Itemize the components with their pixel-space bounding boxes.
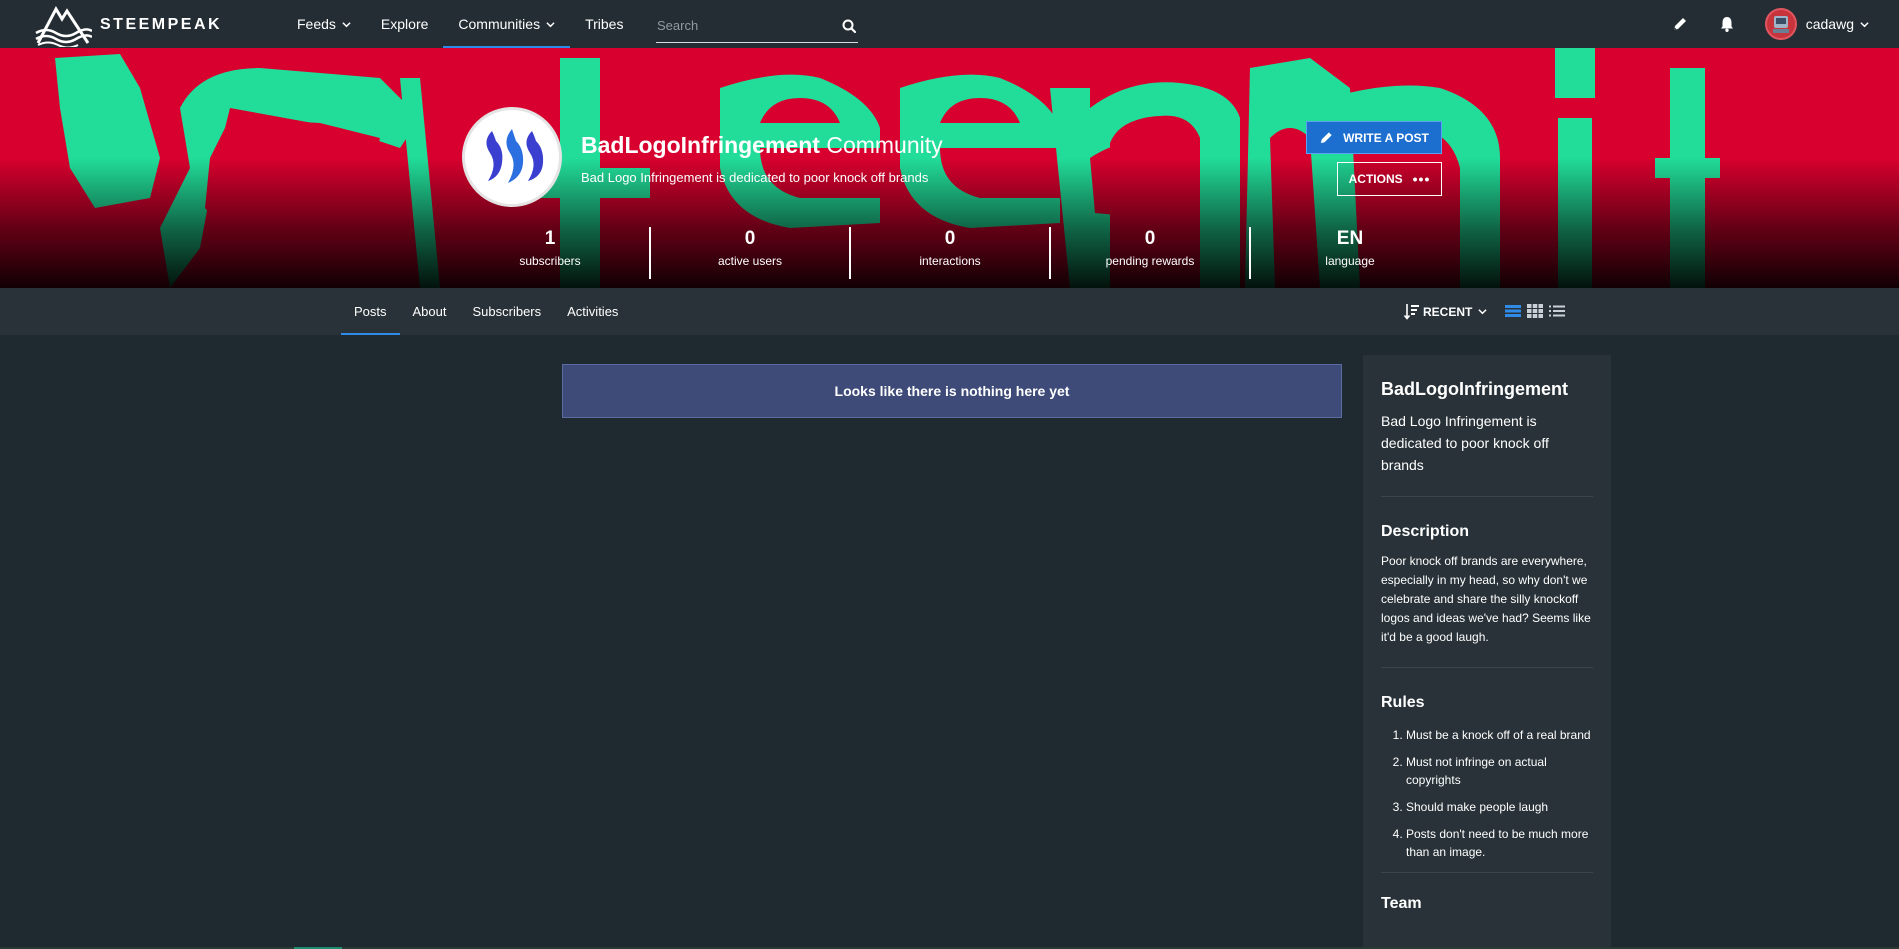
actions-label: ACTIONS [1348,172,1403,186]
rule-item: Posts don't need to be much more than an… [1406,825,1593,861]
stat-active-users: 0 active users [650,226,850,268]
banner-gradient [0,158,1899,288]
tab-subscribers[interactable]: Subscribers [460,288,555,335]
stat-value: 0 [944,228,956,249]
stat-divider [1249,227,1251,279]
community-logo-icon [486,129,544,183]
description-text: Poor knock off brands are everywhere, es… [1381,554,1591,644]
nav-explore-label: Explore [380,16,429,32]
community-title: BadLogoInfringement Community [581,132,943,159]
nav-tribes[interactable]: Tribes [570,0,638,48]
nav-feeds[interactable]: Feeds [282,0,366,48]
stat-value: EN [1336,228,1364,249]
write-post-label: WRITE A POST [1343,130,1429,145]
stat-language: EN language [1250,226,1450,268]
chevron-down-icon [1478,309,1487,315]
sort-dropdown[interactable]: RECENT [1404,288,1487,335]
nav-tribes-label: Tribes [585,16,624,32]
search-icon[interactable] [842,19,856,33]
stat-label: interactions [919,254,981,268]
community-title-suffix: Community [826,132,943,158]
sort-icon [1404,304,1419,320]
pencil-icon [1320,132,1332,144]
team-heading: Team [1381,895,1422,912]
top-navbar: STEEMPEAK Feeds Explore Communities Trib… [0,0,1899,48]
user-tools: cadawg [1671,0,1869,48]
nav-explore[interactable]: Explore [366,0,443,48]
community-avatar [462,107,562,207]
tab-posts[interactable]: Posts [341,288,400,335]
sidebar-about: Bad Logo Infringement is dedicated to po… [1381,413,1549,473]
username[interactable]: cadawg [1806,16,1854,32]
divider [1381,872,1593,873]
compact-view-icon[interactable] [1549,303,1565,319]
stat-label: active users [717,254,783,268]
rule-item: Must be a knock off of a real brand [1406,726,1593,744]
tab-activities-label: Activities [567,304,619,319]
stat-value: 0 [1144,228,1156,249]
community-sidebar: BadLogoInfringement Bad Logo Infringemen… [1363,355,1611,949]
list-view-icon[interactable] [1505,303,1521,319]
steempeak-logo-icon [35,5,92,47]
stat-value: 0 [744,228,756,249]
write-post-button[interactable]: WRITE A POST [1306,121,1442,154]
stat-value: 1 [544,228,556,249]
community-tagline: Bad Logo Infringement is dedicated to po… [581,170,929,185]
sidebar-title: BadLogoInfringement [1381,379,1568,399]
tab-about[interactable]: About [400,288,460,335]
more-dots-icon: ••• [1412,171,1431,187]
empty-feed-notice: Looks like there is nothing here yet [562,364,1342,418]
user-avatar[interactable] [1764,8,1797,40]
sort-label: RECENT [1423,304,1473,319]
nav-feeds-label: Feeds [297,16,336,32]
community-name: BadLogoInfringement [581,132,820,158]
stat-subscribers: 1 subscribers [450,226,650,268]
chevron-down-icon[interactable] [1860,20,1869,29]
tab-posts-label: Posts [354,304,387,319]
rule-item: Must not infringe on actual copyrights [1406,753,1593,789]
stat-divider [1049,227,1051,279]
rules-heading: Rules [1381,694,1425,711]
nav-communities[interactable]: Communities [443,0,570,48]
community-tabbar: Posts About Subscribers Activities RECEN… [0,288,1899,335]
rules-list: Must be a knock off of a real brand Must… [1381,726,1593,861]
tab-about-label: About [412,304,447,319]
pencil-icon[interactable] [1671,15,1689,33]
stat-label: pending rewards [1105,254,1195,268]
search-box [656,9,858,43]
chevron-down-icon [342,21,351,27]
tab-subscribers-label: Subscribers [472,304,542,319]
community-tabs: Posts About Subscribers Activities [341,288,631,335]
community-banner: BadLogoInfringement Community Bad Logo I… [0,48,1899,288]
stat-divider [649,227,651,279]
view-mode-toggle [1505,303,1571,319]
stat-pending-rewards: 0 pending rewards [1050,226,1250,268]
main-nav: Feeds Explore Communities Tribes [282,0,638,48]
stat-interactions: 0 interactions [850,226,1050,268]
brand-name: STEEMPEAK [100,16,223,33]
grid-view-icon[interactable] [1527,303,1543,319]
search-input[interactable] [656,18,842,33]
tab-activities[interactable]: Activities [554,288,631,335]
actions-button[interactable]: ACTIONS ••• [1337,162,1442,196]
divider [1381,496,1593,497]
stat-divider [849,227,851,279]
stat-label: language [1325,254,1375,268]
stat-label: subscribers [519,254,581,268]
divider [1381,667,1593,668]
rule-item: Should make people laugh [1406,798,1593,816]
nav-communities-label: Communities [458,16,541,32]
description-heading: Description [1381,523,1470,540]
avatar-image-icon [1772,16,1789,33]
chevron-down-icon [546,21,555,27]
bell-icon[interactable] [1718,15,1736,33]
brand-logo[interactable]: STEEMPEAK [34,3,222,47]
